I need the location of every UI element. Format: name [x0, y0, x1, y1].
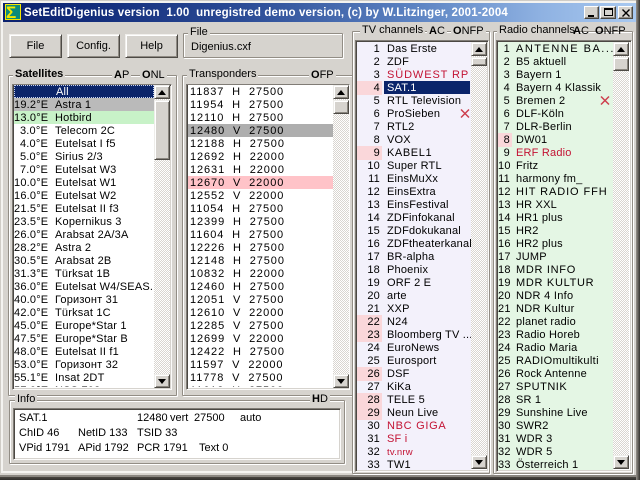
- svg-text:Σ: Σ: [6, 4, 16, 20]
